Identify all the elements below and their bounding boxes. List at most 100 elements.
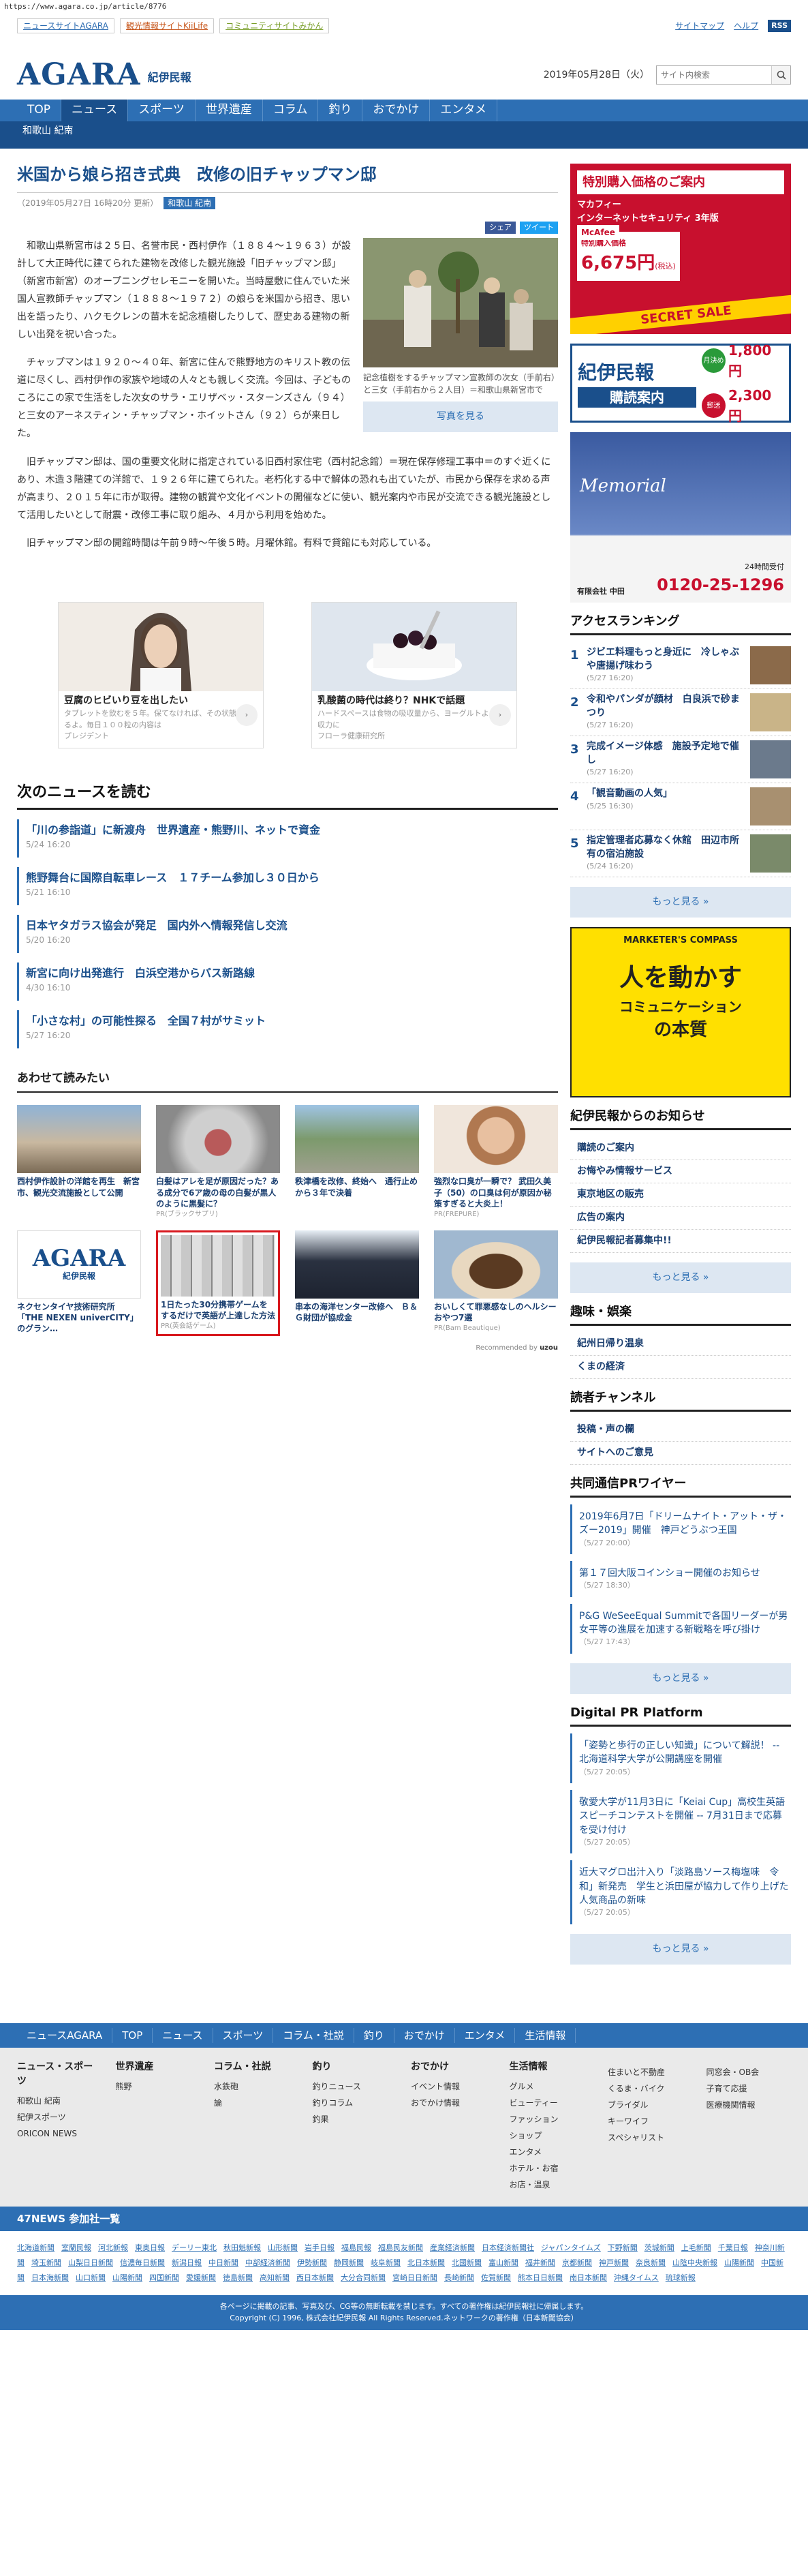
paper-link[interactable]: 岩手日報 (305, 2243, 335, 2252)
paper-link[interactable]: 北國新聞 (452, 2258, 482, 2267)
recommend-card-highlighted[interactable]: 1日たった30分携帯ゲームをするだけで英語が上達した方法 PR(英会話ゲーム) (156, 1230, 280, 1337)
paper-link[interactable]: 北日本新聞 (407, 2258, 445, 2267)
news47-link[interactable]: 47NEWS 参加社一覧 (17, 2211, 120, 2227)
mcafee-ad[interactable]: 特別購入価格のご案内 マカフィー インターネットセキュリティ 3年版 特別購入価… (570, 164, 791, 334)
hobby-link[interactable]: 紀州日帰り温泉 (570, 1333, 791, 1356)
paper-link[interactable]: 宮崎日日新聞 (392, 2273, 437, 2282)
paper-link[interactable]: 山口新聞 (76, 2273, 106, 2282)
list-item[interactable]: 熊野舞台に国際自転車レース １７チーム参加し３０日から 5/21 16:10 (17, 866, 558, 905)
paper-link[interactable]: 静岡新聞 (334, 2258, 364, 2267)
footer-link[interactable]: 水鉄砲 (214, 2078, 299, 2095)
footer-link[interactable]: 論 (214, 2095, 299, 2111)
footer-link[interactable]: 熊野 (116, 2078, 201, 2095)
footer-link[interactable]: 同窓会・OB会 (706, 2064, 792, 2080)
pr-item[interactable]: 「姿勢と歩行の正しい知識」について解説！ -- 北海道科学大学が公開講座を開催（… (570, 1733, 791, 1784)
footer-link[interactable]: お店・温泉 (510, 2177, 595, 2193)
paper-link[interactable]: 奈良新聞 (636, 2258, 666, 2267)
footer-link[interactable]: 住まいと不動産 (608, 2064, 693, 2080)
rss-link[interactable]: RSS (768, 19, 791, 33)
recommend-card[interactable]: おいしくて罪悪感なしのヘルシーおやつ7選 PR(Bam Beautique) (434, 1230, 558, 1336)
paper-link[interactable]: 下野新聞 (608, 2243, 638, 2252)
paper-link[interactable]: 山梨日日新聞 (68, 2258, 113, 2267)
memorial-ad[interactable]: Memorial 有限会社 中田 24時間受付 0120-25-1296 (570, 432, 791, 603)
paper-link[interactable]: 上毛新聞 (681, 2243, 711, 2252)
paper-link[interactable]: 山陽新聞 (112, 2273, 142, 2282)
nav-outing[interactable]: おでかけ (362, 100, 431, 121)
recommend-card[interactable]: 串本の海洋センター改修へ Ｂ＆Ｇ財団が協成金 (295, 1230, 419, 1336)
pr-item[interactable]: 第１７回大阪コインショー開催のお知らせ （5/27 18:30） (570, 1561, 791, 1597)
footer-nav-outing[interactable]: おでかけ (394, 2027, 455, 2044)
help-link[interactable]: ヘルプ (734, 20, 758, 32)
ranking-item[interactable]: 4 「観音動画の人気」 (5/25 16:30) (570, 783, 791, 830)
nav-news[interactable]: ニュース (61, 100, 129, 121)
paper-link[interactable]: 日本海新聞 (31, 2273, 69, 2282)
paper-link[interactable]: 室蘭民報 (61, 2243, 91, 2252)
notice-link[interactable]: 紀伊民報記者募集中!! (570, 1230, 791, 1253)
news-title[interactable]: 「川の参詣道」に新渡舟 世界遺産・熊野川、ネットで資金 (26, 822, 558, 838)
nav-fishing[interactable]: 釣り (318, 100, 363, 121)
list-item[interactable]: 日本ヤタガラス協会が発足 国内外へ情報発信し交流 5/20 16:20 (17, 914, 558, 953)
paper-link[interactable]: 沖縄タイムス (614, 2273, 659, 2282)
paper-link[interactable]: 長崎新聞 (444, 2273, 474, 2282)
list-item[interactable]: 「小さな村」の可能性探る 全国７村がサミット 5/27 16:20 (17, 1010, 558, 1048)
footer-nav-entertainment[interactable]: エンタメ (455, 2027, 516, 2044)
recommend-card[interactable]: 強烈な口臭が一瞬で？ 武田久美子（50）の口臭は何が原因か秘策すぎると大炎上！ P… (434, 1105, 558, 1219)
footer-link[interactable]: スペシャリスト (608, 2130, 693, 2146)
paper-link[interactable]: 信濃毎日新聞 (120, 2258, 165, 2267)
notice-link[interactable]: お悔やみ情報サービス (570, 1160, 791, 1183)
chevron-right-icon[interactable]: › (489, 704, 511, 727)
paper-link[interactable]: 日本経済新聞社 (482, 2243, 534, 2252)
footer-link[interactable]: ビューティー (510, 2095, 595, 2111)
paper-link[interactable]: 伊勢新聞 (297, 2258, 327, 2267)
footer-link[interactable]: ブライダル (608, 2097, 693, 2113)
recommend-card[interactable]: AGARA 紀伊民報 ネクセンタイヤ技術研究所「THE NEXEN univerCI… (17, 1230, 141, 1336)
reader-link[interactable]: サイトへのご意見 (570, 1442, 791, 1465)
paper-link[interactable]: 山陰中央新報 (672, 2258, 717, 2267)
list-item[interactable]: 新宮に向け出発進行 白浜空港からバス新路線 4/30 16:10 (17, 962, 558, 1001)
pr-item[interactable]: 2019年6月7日「ドリームナイト・アット・ザ・ズー2019」開催 神戸どうぶつ… (570, 1504, 791, 1555)
ranking-item[interactable]: 5 指定管理者応募なく休館 田辺市所有の宿泊施設 (5/24 16:20) (570, 830, 791, 877)
more-kyodo-button[interactable]: もっと見る » (570, 1663, 791, 1694)
news-title[interactable]: 新宮に向け出発進行 白浜空港からバス新路線 (26, 965, 558, 982)
paper-link[interactable]: 茨城新聞 (644, 2243, 674, 2252)
pr-item[interactable]: 近大マグロ出汁入り「淡路島ソース梅塩味 令和」新発売 学生と浜田屋が協力して作り… (570, 1860, 791, 1924)
sitemap-link[interactable]: サイトマップ (675, 20, 724, 32)
link-kiilife[interactable]: 観光情報サイトKiiLife (119, 18, 215, 33)
paper-link[interactable]: 新潟日報 (172, 2258, 202, 2267)
paper-link[interactable]: 熊本日日新聞 (518, 2273, 563, 2282)
footer-link[interactable]: ショップ (510, 2127, 595, 2144)
more-ranking-button[interactable]: もっと見る » (570, 887, 791, 918)
footer-link[interactable]: ファッション (510, 2111, 595, 2127)
paper-link[interactable]: ジャパンタイムズ (541, 2243, 601, 2252)
paper-link[interactable]: 徳島新聞 (223, 2273, 253, 2282)
footer-link[interactable]: 和歌山 紀南 (17, 2093, 102, 2109)
paper-link[interactable]: 琉球新報 (666, 2273, 696, 2282)
chevron-right-icon[interactable]: › (236, 704, 258, 727)
ranking-item[interactable]: 2 令和やパンダが顔材 白良浜で砂まつり (5/27 16:20) (570, 689, 791, 736)
nav-entertainment[interactable]: エンタメ (430, 100, 497, 121)
footer-link[interactable]: イベント情報 (411, 2078, 496, 2095)
notice-link[interactable]: 広告の案内 (570, 1207, 791, 1230)
paper-link[interactable]: 埼玉新聞 (31, 2258, 61, 2267)
paper-link[interactable]: 南日本新聞 (570, 2273, 607, 2282)
paper-link[interactable]: 千葉日報 (718, 2243, 748, 2252)
paper-link[interactable]: 中部経済新聞 (245, 2258, 290, 2267)
ad-card[interactable]: 乳酸菌の時代は終り？NHKで話題 ハードスペースは食物の吸収量から、ヨーグルトよ… (311, 602, 517, 748)
news-title[interactable]: 日本ヤタガラス協会が発足 国内外へ情報発信し交流 (26, 918, 558, 934)
footer-link[interactable]: グルメ (510, 2078, 595, 2095)
paper-link[interactable]: 北海道新聞 (17, 2243, 55, 2252)
article-tag[interactable]: 和歌山 紀南 (164, 196, 216, 209)
paper-link[interactable]: 愛媛新聞 (186, 2273, 216, 2282)
twitter-share-button[interactable]: ツイート (520, 221, 558, 234)
list-item[interactable]: 「川の参詣道」に新渡舟 世界遺産・熊野川、ネットで資金 5/24 16:20 (17, 819, 558, 858)
recommend-card[interactable]: 白髪はアレを足が原因だった？ある成分で6ア歳の母の白髪が黒人のように黒髪に？ PR… (156, 1105, 280, 1219)
ranking-item[interactable]: 1 ジビエ料理もっと身近に 冷しゃぶや唐揚げ味わう (5/27 16:20) (570, 642, 791, 689)
footer-nav-sports[interactable]: スポーツ (213, 2027, 274, 2044)
paper-link[interactable]: 産業経済新聞 (430, 2243, 475, 2252)
pr-item[interactable]: 敬愛大学が11月3日に「Keiai Cup」高校生英語スピーチコンテストを開催 … (570, 1790, 791, 1854)
subnav-wakayama[interactable]: 和歌山 紀南 (22, 124, 73, 138)
site-logo[interactable]: AGARA 紀伊民報 (17, 60, 191, 90)
footer-link[interactable]: くるま・バイク (608, 2080, 693, 2097)
paper-link[interactable]: 河北新報 (98, 2243, 128, 2252)
footer-link[interactable]: 釣りニュース (313, 2078, 398, 2095)
